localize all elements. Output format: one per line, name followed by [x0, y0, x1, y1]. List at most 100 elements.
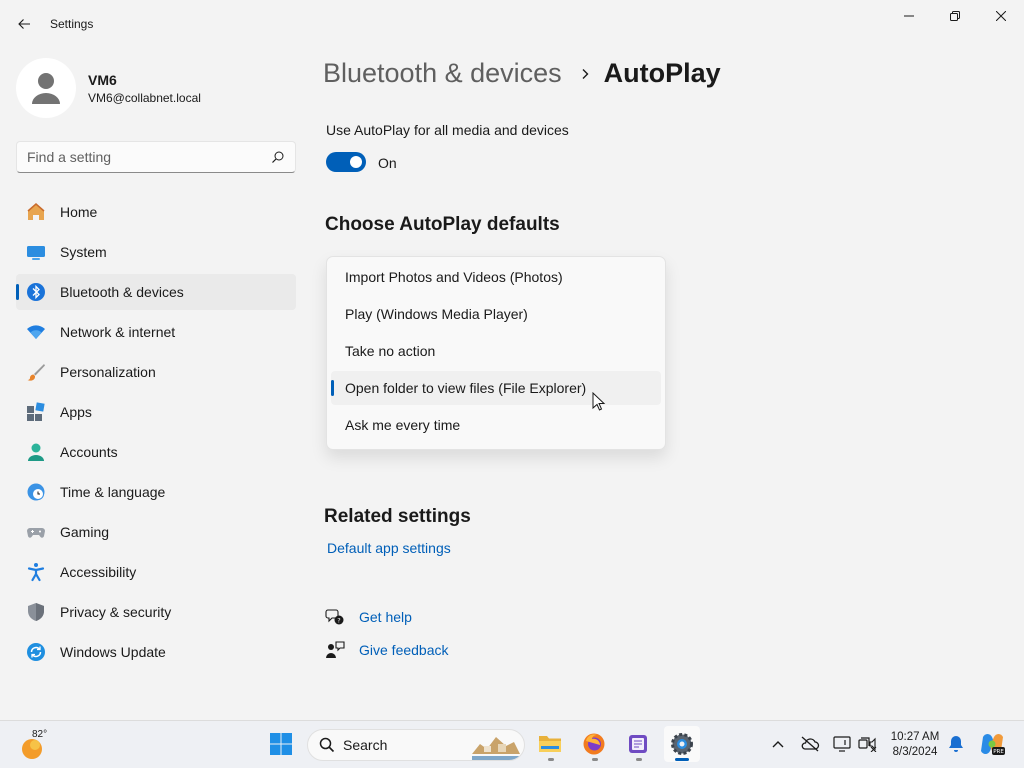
sidebar-item-gaming[interactable]: Gaming: [16, 514, 296, 550]
accessibility-icon: [26, 562, 46, 582]
start-button[interactable]: [263, 726, 299, 762]
chevron-right-icon: [580, 68, 590, 80]
weather-temp: 82°: [32, 729, 48, 740]
dropdown-option[interactable]: Import Photos and Videos (Photos): [331, 260, 661, 294]
user-avatar-icon: [32, 73, 60, 104]
sidebar-item-label: Gaming: [60, 524, 110, 540]
dropdown-option[interactable]: Play (Windows Media Player): [331, 297, 661, 331]
sidebar-item-label: Apps: [60, 404, 92, 420]
file-explorer-button[interactable]: [532, 726, 568, 762]
sun-icon: [22, 739, 42, 759]
shield-icon: [26, 602, 46, 622]
brush-icon: [26, 362, 46, 382]
avatar: [16, 58, 76, 118]
close-icon: [996, 11, 1006, 21]
sidebar-item-label: Privacy & security: [60, 604, 172, 620]
active-indicator: [675, 758, 689, 761]
search-icon: [319, 737, 335, 753]
sidebar-item-label: Accounts: [60, 444, 118, 460]
search-highlight-icon: [472, 737, 522, 760]
restore-button[interactable]: [932, 0, 978, 32]
taskbar-search[interactable]: Search: [307, 729, 525, 761]
back-button[interactable]: [12, 12, 36, 36]
toggle-knob: [350, 156, 362, 168]
cloud-offline-icon: [801, 736, 820, 752]
sidebar-item-accounts[interactable]: Accounts: [16, 434, 296, 470]
breadcrumb: Bluetooth & devices AutoPlay: [323, 58, 721, 89]
settings-search[interactable]: [16, 141, 296, 173]
display-tray-button[interactable]: [831, 733, 853, 755]
clock-time: 10:27 AM: [890, 731, 940, 743]
default-app-settings-link[interactable]: Default app settings: [327, 540, 451, 556]
sidebar-item-system[interactable]: System: [16, 234, 296, 270]
sidebar-item-home[interactable]: Home: [16, 194, 296, 230]
bluetooth-icon: [26, 282, 46, 302]
sidebar-item-time-language[interactable]: Time & language: [16, 474, 296, 510]
sidebar-item-label: Bluetooth & devices: [60, 284, 184, 300]
give-feedback-label: Give feedback: [359, 642, 449, 658]
toggle-state-text: On: [378, 155, 397, 171]
sidebar-item-network[interactable]: Network & internet: [16, 314, 296, 350]
folder-icon: [539, 736, 561, 752]
home-icon: [26, 202, 46, 222]
taskbar-search-label: Search: [343, 737, 388, 753]
sidebar-item-label: Accessibility: [60, 564, 137, 580]
search-icon: [272, 151, 284, 163]
network-volume-tray-button[interactable]: [857, 733, 879, 755]
app-button[interactable]: [620, 726, 656, 762]
sidebar-item-label: Time & language: [60, 484, 166, 500]
show-hidden-icons-button[interactable]: [767, 733, 789, 755]
autoplay-defaults-heading: Choose AutoPlay defaults: [325, 214, 560, 235]
copilot-icon: PRE: [981, 734, 1005, 755]
sidebar-nav: Home System Bluetooth & devices Network …: [16, 194, 296, 674]
firefox-icon: [583, 733, 605, 755]
copilot-button[interactable]: PRE: [979, 731, 1005, 757]
dropdown-option-selected[interactable]: Open folder to view files (File Explorer…: [331, 371, 661, 405]
sidebar-item-personalization[interactable]: Personalization: [16, 354, 296, 390]
restore-icon: [950, 11, 960, 21]
bell-icon: [949, 736, 963, 752]
sidebar-item-label: Home: [60, 204, 98, 220]
settings-app-button[interactable]: [664, 726, 700, 762]
autoplay-toggle-label: Use AutoPlay for all media and devices: [326, 122, 569, 138]
apps-icon: [26, 402, 46, 422]
dropdown-option[interactable]: Take no action: [331, 334, 661, 368]
taskbar: 82° Search 10:27 AM 8/3/2024 PRE: [0, 720, 1024, 768]
svg-text:PRE: PRE: [993, 749, 1004, 755]
back-arrow-icon: [18, 19, 30, 29]
sidebar-item-bluetooth-devices[interactable]: Bluetooth & devices: [16, 274, 296, 310]
chevron-up-icon: [772, 741, 784, 748]
get-help-label: Get help: [359, 609, 412, 625]
autoplay-default-dropdown: Import Photos and Videos (Photos) Play (…: [326, 256, 666, 450]
network-volume-icon: [858, 737, 877, 752]
user-profile[interactable]: VM6 VM6@collabnet.local: [16, 58, 201, 118]
sidebar-item-windows-update[interactable]: Windows Update: [16, 634, 296, 670]
breadcrumb-parent[interactable]: Bluetooth & devices: [323, 58, 562, 89]
monitor-icon: [26, 242, 46, 262]
mouse-pointer-icon: [592, 392, 606, 411]
globe-clock-icon: [26, 482, 46, 502]
notifications-button[interactable]: [945, 733, 967, 755]
clock[interactable]: 10:27 AM 8/3/2024: [886, 730, 944, 760]
weather-widget[interactable]: 82°: [20, 729, 60, 761]
title-bar: Settings: [0, 0, 1024, 48]
minimize-button[interactable]: [886, 0, 932, 32]
give-feedback-link[interactable]: Give feedback: [325, 640, 449, 660]
sidebar-item-apps[interactable]: Apps: [16, 394, 296, 430]
onedrive-tray-button[interactable]: [799, 733, 821, 755]
running-indicator: [636, 758, 642, 761]
sidebar-item-label: Network & internet: [60, 324, 176, 340]
close-button[interactable]: [978, 0, 1024, 32]
person-icon: [26, 442, 46, 462]
dropdown-option[interactable]: Ask me every time: [331, 408, 661, 442]
firefox-button[interactable]: [576, 726, 612, 762]
get-help-link[interactable]: ? Get help: [325, 607, 412, 627]
clock-date: 8/3/2024: [892, 746, 938, 758]
sidebar-item-privacy-security[interactable]: Privacy & security: [16, 594, 296, 630]
autoplay-toggle[interactable]: [326, 152, 366, 172]
profile-email: VM6@collabnet.local: [88, 90, 201, 105]
feedback-icon: [325, 640, 345, 660]
sidebar-item-accessibility[interactable]: Accessibility: [16, 554, 296, 590]
search-input[interactable]: [17, 142, 257, 172]
windows-logo-icon: [270, 733, 292, 755]
